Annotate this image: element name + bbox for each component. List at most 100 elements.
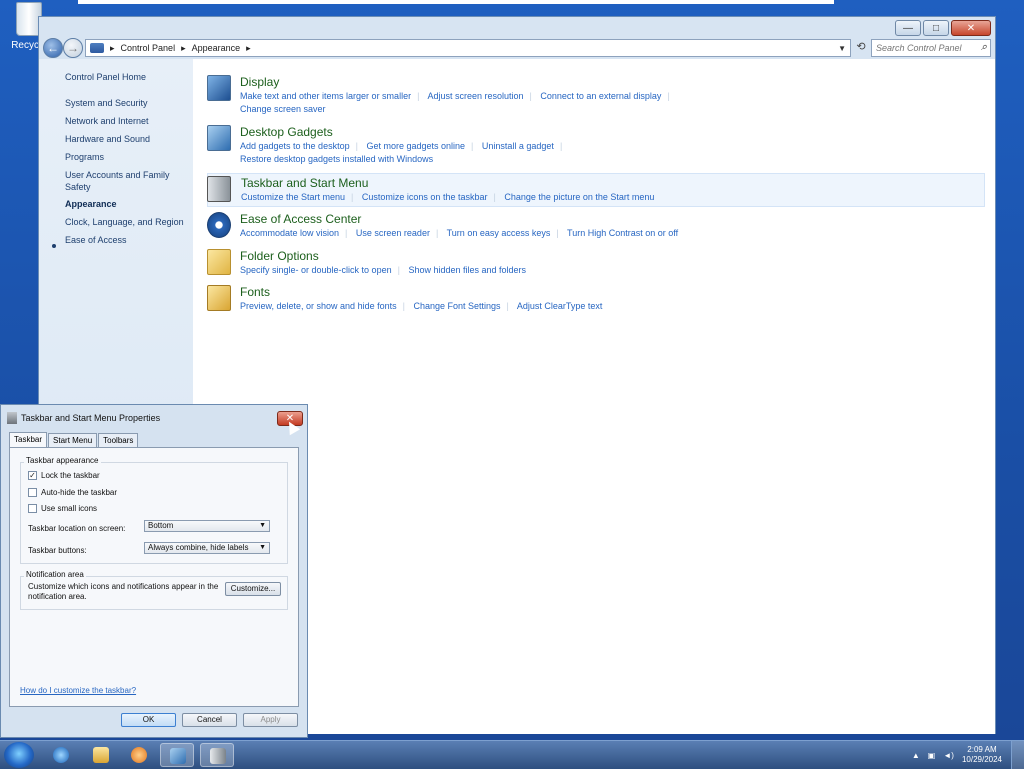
- apply-button[interactable]: Apply: [243, 713, 298, 727]
- address-bar-row: ← → ▸ Control Panel ▸ Appearance ▸ ▼ ⟲ ⌕: [39, 37, 995, 59]
- ok-button[interactable]: OK: [121, 713, 176, 727]
- gadgets-icon[interactable]: [207, 125, 231, 151]
- internet-explorer-icon: [53, 747, 69, 763]
- fonts-icon[interactable]: [207, 285, 231, 311]
- tab-start-menu[interactable]: Start Menu: [48, 433, 98, 447]
- taskbar-icon: [210, 748, 226, 764]
- minimize-button[interactable]: —: [895, 20, 921, 36]
- task-link[interactable]: Uninstall a gadget: [482, 141, 554, 151]
- search-box[interactable]: ⌕: [871, 39, 991, 57]
- close-button[interactable]: ✕: [951, 20, 991, 36]
- category-title[interactable]: Taskbar and Start Menu: [241, 176, 368, 190]
- task-link[interactable]: Adjust screen resolution: [427, 91, 523, 101]
- sidebar-item-user-accounts[interactable]: User Accounts and Family Safety: [65, 169, 191, 193]
- taskbar-media-player-button[interactable]: [122, 743, 156, 767]
- background-window-edge: [78, 0, 834, 4]
- breadcrumb-control-panel[interactable]: Control Panel: [121, 43, 176, 53]
- category-taskbar-start: Taskbar and Start Menu Customize the Sta…: [207, 173, 985, 207]
- category-folder-options: Folder Options Specify single- or double…: [207, 249, 985, 279]
- category-fonts: Fonts Preview, delete, or show and hide …: [207, 285, 985, 315]
- address-bar[interactable]: ▸ Control Panel ▸ Appearance ▸ ▼: [85, 39, 851, 57]
- main-content: Display Make text and other items larger…: [193, 59, 995, 734]
- sidebar-item-hardware[interactable]: Hardware and Sound: [65, 133, 191, 145]
- task-link[interactable]: Preview, delete, or show and hide fonts: [240, 301, 397, 311]
- taskbar-properties-button[interactable]: [200, 743, 234, 767]
- breadcrumb-appearance[interactable]: Appearance: [192, 43, 241, 53]
- lock-taskbar-checkbox[interactable]: ✓: [28, 471, 37, 480]
- taskbar-icon[interactable]: [207, 176, 231, 202]
- taskbar-ie-button[interactable]: [44, 743, 78, 767]
- task-link[interactable]: Change screen saver: [240, 104, 326, 114]
- maximize-button[interactable]: □: [923, 20, 949, 36]
- task-link[interactable]: Adjust ClearType text: [517, 301, 603, 311]
- sidebar-item-appearance[interactable]: Appearance: [65, 198, 191, 210]
- task-link[interactable]: Add gadgets to the desktop: [240, 141, 350, 151]
- task-link[interactable]: Turn High Contrast on or off: [567, 228, 678, 238]
- category-title[interactable]: Display: [240, 75, 279, 89]
- buttons-value: Always combine, hide labels: [148, 543, 249, 552]
- taskbar-explorer-button[interactable]: [84, 743, 118, 767]
- forward-button[interactable]: →: [63, 38, 83, 58]
- category-desktop-gadgets: Desktop Gadgets Add gadgets to the deskt…: [207, 125, 985, 165]
- sidebar-item-network[interactable]: Network and Internet: [65, 115, 191, 127]
- category-title[interactable]: Folder Options: [240, 249, 319, 263]
- clock-time: 2:09 AM: [967, 745, 997, 754]
- task-link[interactable]: Customize the Start menu: [241, 192, 345, 202]
- task-link[interactable]: Get more gadgets online: [366, 141, 465, 151]
- task-link[interactable]: Accommodate low vision: [240, 228, 339, 238]
- task-link[interactable]: Change the picture on the Start menu: [504, 192, 654, 202]
- category-title[interactable]: Ease of Access Center: [240, 212, 361, 226]
- sidebar-item-programs[interactable]: Programs: [65, 151, 191, 163]
- back-button[interactable]: ←: [43, 38, 63, 58]
- search-input[interactable]: [876, 40, 972, 56]
- buttons-select[interactable]: Always combine, hide labels ▼: [144, 542, 270, 554]
- task-link[interactable]: Turn on easy access keys: [447, 228, 551, 238]
- autohide-checkbox[interactable]: [28, 488, 37, 497]
- taskbar-control-panel-button[interactable]: [160, 743, 194, 767]
- category-links: Add gadgets to the desktop | Get more gad…: [240, 141, 563, 151]
- category-links: Change screen saver: [240, 104, 326, 114]
- tab-toolbars[interactable]: Toolbars: [98, 433, 139, 447]
- refresh-icon[interactable]: ⟲: [853, 40, 869, 56]
- task-link[interactable]: Restore desktop gadgets installed with W…: [240, 154, 433, 164]
- cancel-button[interactable]: Cancel: [182, 713, 237, 727]
- clock[interactable]: 2:09 AM 10/29/2024: [962, 745, 1002, 765]
- task-link[interactable]: Change Font Settings: [413, 301, 500, 311]
- chevron-down-icon[interactable]: ▼: [838, 44, 846, 53]
- search-icon[interactable]: ⌕: [981, 41, 987, 54]
- task-link[interactable]: Connect to an external display: [540, 91, 661, 101]
- task-link[interactable]: Show hidden files and folders: [408, 265, 526, 275]
- sidebar-item-system-security[interactable]: System and Security: [65, 97, 191, 109]
- help-link[interactable]: How do I customize the taskbar?: [20, 686, 136, 695]
- network-icon[interactable]: ▣: [928, 751, 936, 760]
- task-link[interactable]: Make text and other items larger or smal…: [240, 91, 411, 101]
- volume-icon[interactable]: ◄): [943, 751, 954, 760]
- small-icons-checkbox[interactable]: [28, 504, 37, 513]
- location-value: Bottom: [148, 521, 174, 530]
- category-title[interactable]: Fonts: [240, 285, 270, 299]
- category-links: Make text and other items larger or smal…: [240, 91, 670, 101]
- category-links: Customize the Start menu | Customize icon…: [241, 192, 655, 202]
- task-link[interactable]: Customize icons on the taskbar: [362, 192, 488, 202]
- customize-button[interactable]: Customize...: [225, 582, 281, 596]
- sidebar-item-ease-of-access[interactable]: Ease of Access: [65, 234, 191, 246]
- ease-of-access-icon[interactable]: [207, 212, 231, 238]
- window-caption-buttons: — □ ✕: [895, 20, 991, 36]
- dialog-title: Taskbar and Start Menu Properties: [21, 413, 161, 423]
- start-button[interactable]: [4, 742, 34, 768]
- tab-taskbar[interactable]: Taskbar: [9, 432, 48, 448]
- sidebar-item-clock-region[interactable]: Clock, Language, and Region: [65, 216, 191, 228]
- location-select[interactable]: Bottom ▼: [144, 520, 270, 532]
- display-icon[interactable]: [207, 75, 231, 101]
- autohide-label: Auto-hide the taskbar: [41, 488, 118, 497]
- folder-icon[interactable]: [207, 249, 231, 275]
- task-link[interactable]: Specify single- or double-click to open: [240, 265, 392, 275]
- taskbar: ▲ ▣ ◄) 2:09 AM 10/29/2024: [0, 740, 1024, 769]
- category-title[interactable]: Desktop Gadgets: [240, 125, 333, 139]
- media-player-icon: [131, 747, 147, 763]
- show-hidden-icons-icon[interactable]: ▲: [912, 751, 920, 760]
- address-sep-icon: ▸: [110, 42, 115, 53]
- sidebar-item-home[interactable]: Control Panel Home: [65, 71, 191, 83]
- show-desktop-button[interactable]: [1011, 741, 1024, 769]
- task-link[interactable]: Use screen reader: [356, 228, 430, 238]
